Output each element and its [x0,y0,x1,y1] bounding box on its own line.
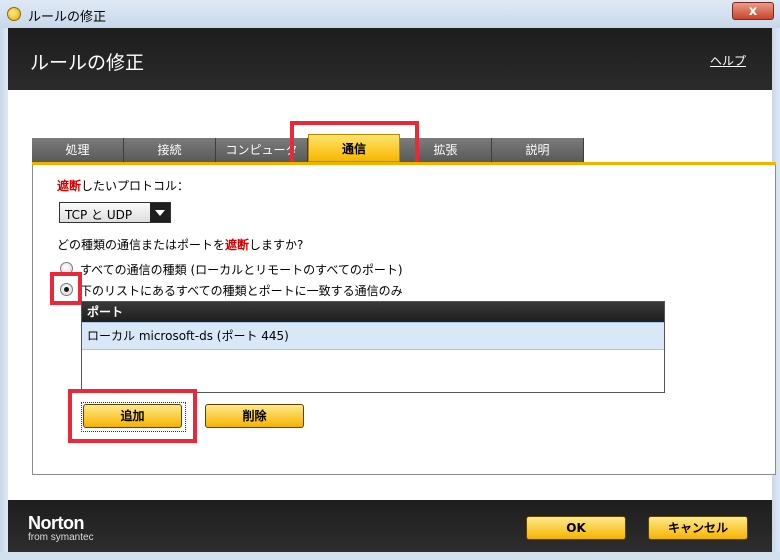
question-prefix: どの種類の通信またはポートを [57,238,226,252]
content-area: 処理 接続 コンピュータ 通信 拡張 説明 遮断したいプロトコル： TCP と … [8,90,776,500]
norton-globe-icon [7,7,21,21]
port-list: ポート ローカル microsoft-ds (ポート 445) [81,301,665,393]
brand-name: Norton [28,513,84,533]
brand-sub: from symantec [28,532,94,543]
radio-all-traffic-label[interactable]: すべての通信の種類 (ローカルとリモートのすべてのポート) [80,261,403,278]
protocol-label: 遮断したいプロトコル： [57,177,189,194]
tab-connection[interactable]: 接続 [124,138,216,162]
cancel-button[interactable]: キャンセル [648,516,748,540]
dialog-header: ルールの修正 ヘルプ [8,28,772,90]
protocol-select[interactable]: TCP と UDP [59,202,171,223]
question-red: 遮断 [225,238,250,252]
close-button[interactable]: x [732,2,774,20]
window-border-left [0,28,8,560]
window-title: ルールの修正 [28,10,107,25]
port-list-header: ポート [82,302,664,322]
tab-description[interactable]: 説明 [492,138,584,162]
list-item[interactable]: ローカル microsoft-ds (ポート 445) [82,322,664,350]
protocol-label-red: 遮断 [57,179,82,193]
protocol-label-rest: したいプロトコル： [81,179,190,193]
add-button-highlight-box [68,389,197,443]
norton-logo: Norton from symantec [28,513,94,543]
protocol-select-value: TCP と UDP [65,208,133,222]
port-question: どの種類の通信またはポートを遮断しますか? [57,236,303,253]
page-title: ルールの修正 [30,52,145,74]
help-link[interactable]: ヘルプ [710,52,746,69]
window-border-bottom [0,552,780,560]
tab-action[interactable]: 処理 [32,138,124,162]
delete-button[interactable]: 削除 [205,404,304,428]
settings-panel: 遮断したいプロトコル： TCP と UDP どの種類の通信またはポートを遮断しま… [32,165,776,475]
dialog-footer: Norton from symantec OK キャンセル [8,500,772,552]
title-bar: ルールの修正 x [0,0,780,29]
radio-highlight-box [50,272,82,305]
radio-listed-only-label[interactable]: 下のリストにあるすべての種類とポートに一致する通信のみ [80,282,403,299]
chevron-down-icon[interactable] [150,203,170,222]
question-suffix: しますか? [249,238,304,252]
ok-button[interactable]: OK [526,516,626,540]
